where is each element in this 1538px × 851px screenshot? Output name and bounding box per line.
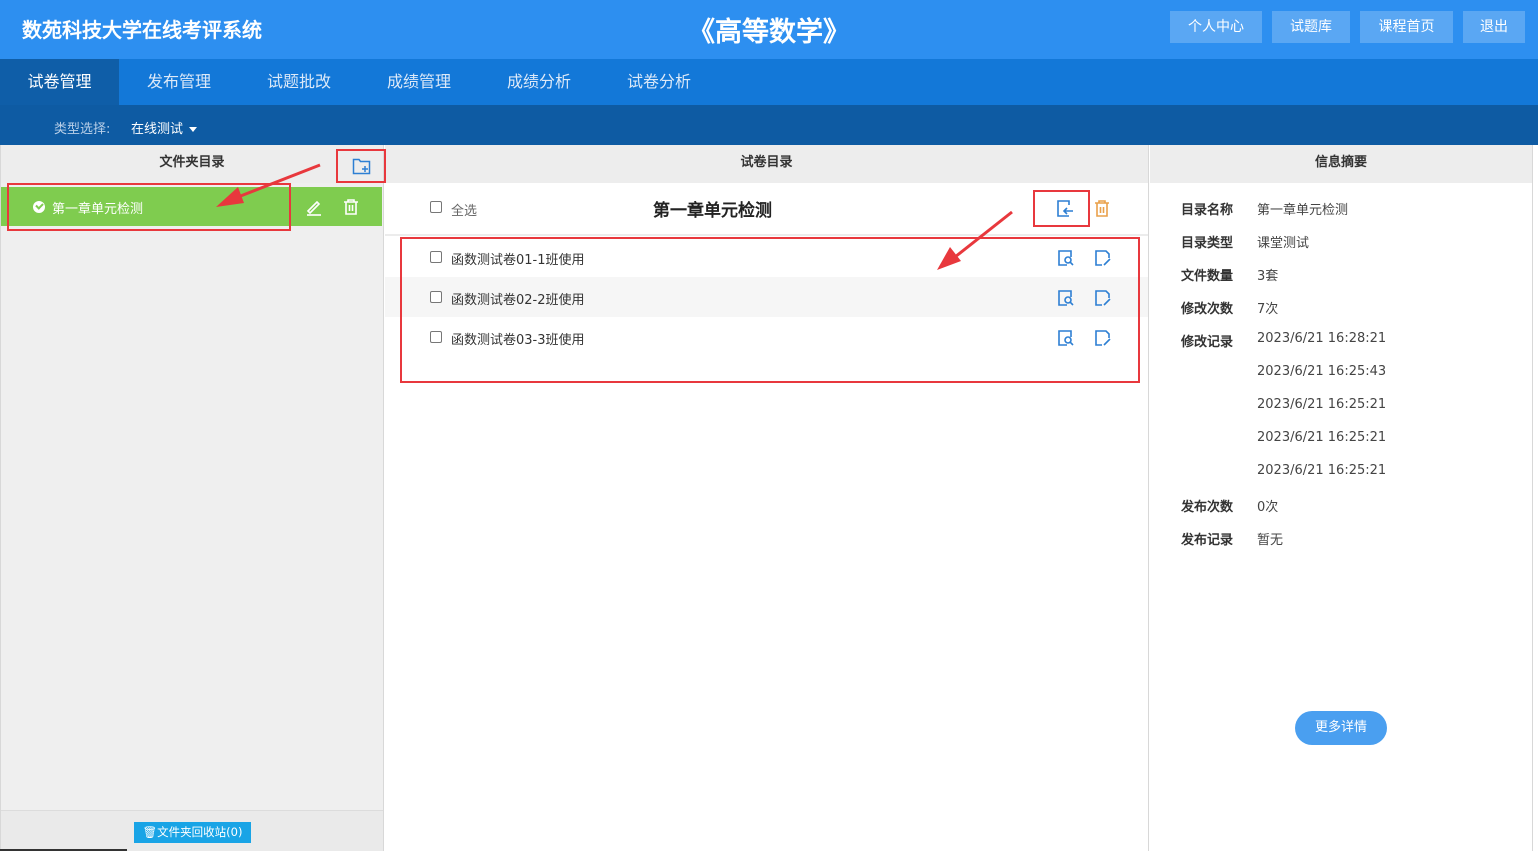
tab-score-analysis[interactable]: 成绩分析 [479, 59, 599, 105]
tab-paper-analysis[interactable]: 试卷分析 [599, 59, 719, 105]
caret-down-icon [189, 127, 198, 132]
trash-icon: 🗑 [142, 825, 158, 839]
trash-icon [1095, 200, 1109, 217]
filter-bar: 类型选择: 在线测试 [0, 105, 1538, 145]
app-header: 数苑科技大学在线考评系统 《高等数学》 个人中心 试题库 课程首页 退出 [0, 0, 1538, 59]
personal-center-button[interactable]: 个人中心 [1170, 11, 1262, 43]
publish-count-label: 发布次数 [1181, 500, 1234, 515]
file-import-icon [1057, 200, 1073, 217]
modify-log-entry: 2023/6/21 16:25:21 [1257, 463, 1387, 478]
import-paper-button[interactable] [1056, 199, 1075, 222]
more-details-button[interactable]: 更多详情 [1295, 711, 1387, 745]
folder-add-icon [352, 158, 371, 175]
course-home-button[interactable]: 课程首页 [1360, 11, 1453, 43]
select-all-checkbox[interactable] [430, 201, 442, 213]
pencil-icon [306, 200, 321, 216]
modify-log-entry: 2023/6/21 16:25:21 [1257, 430, 1387, 445]
modify-log-entry: 2023/6/21 16:28:21 [1257, 331, 1387, 346]
dir-type-value: 课堂测试 [1257, 236, 1310, 251]
folder-panel-title: 文件夹目录 [1, 145, 383, 183]
recycle-bin-button[interactable]: 🗑文件夹回收站(0) [134, 822, 251, 843]
trash-icon [344, 199, 358, 215]
publish-log-value: 暂无 [1257, 533, 1284, 548]
current-folder-title: 第一章单元检测 [653, 201, 772, 221]
question-bank-button[interactable]: 试题库 [1272, 11, 1350, 43]
modify-log-label: 修改记录 [1181, 335, 1234, 350]
type-filter-dropdown[interactable]: 在线测试 [131, 118, 198, 137]
paper-list-highlight-box [400, 237, 1140, 383]
tab-score-management[interactable]: 成绩管理 [359, 59, 479, 105]
tab-paper-management[interactable]: 试卷管理 [0, 59, 119, 105]
tab-publish-management[interactable]: 发布管理 [119, 59, 239, 105]
modify-count-label: 修改次数 [1181, 302, 1234, 317]
file-count-value: 3套 [1257, 269, 1279, 284]
dir-name-label: 目录名称 [1181, 203, 1234, 218]
folder-panel [0, 145, 384, 851]
tab-grading[interactable]: 试题批改 [239, 59, 359, 105]
modify-log-entry: 2023/6/21 16:25:21 [1257, 397, 1387, 412]
delete-folder-button[interactable] [342, 198, 360, 220]
type-filter-label: 类型选择: [54, 122, 111, 137]
type-filter-value: 在线测试 [131, 122, 184, 137]
recycle-bin-label: 文件夹回收站(0) [157, 825, 243, 839]
main-nav: 试卷管理 发布管理 试题批改 成绩管理 成绩分析 试卷分析 [0, 59, 1538, 105]
edit-folder-button[interactable] [305, 198, 323, 220]
modify-log-entry: 2023/6/21 16:25:43 [1257, 364, 1387, 379]
info-panel-title: 信息摘要 [1150, 145, 1532, 183]
dir-name-value: 第一章单元检测 [1257, 203, 1349, 218]
publish-log-label: 发布记录 [1181, 533, 1234, 548]
paper-panel-title: 试卷目录 [385, 145, 1148, 183]
folder-highlight-box [7, 183, 291, 231]
dir-type-label: 目录类型 [1181, 236, 1234, 251]
delete-papers-button[interactable] [1093, 199, 1111, 222]
file-count-label: 文件数量 [1181, 269, 1234, 284]
logout-button[interactable]: 退出 [1463, 11, 1525, 43]
add-folder-button[interactable] [336, 149, 386, 183]
publish-count-value: 0次 [1257, 500, 1279, 515]
modify-count-value: 7次 [1257, 302, 1279, 317]
select-all-label: 全选 [451, 204, 478, 219]
